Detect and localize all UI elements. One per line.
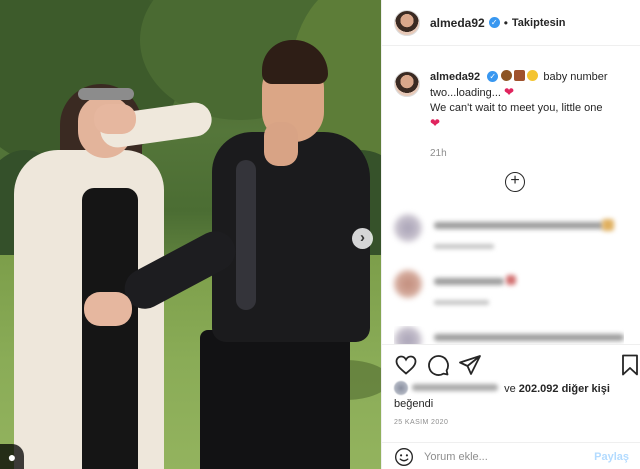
avatar[interactable] (394, 270, 422, 298)
heart-emoji-icon: ❤ (504, 85, 515, 99)
man-hand (264, 122, 298, 166)
avatar[interactable] (394, 214, 422, 242)
woman-dress (82, 188, 138, 469)
share-comment-button[interactable]: Paylaş (594, 451, 629, 463)
comment-input[interactable] (424, 450, 595, 463)
post-photo[interactable]: › ● (0, 0, 381, 469)
woman-headband (78, 88, 134, 100)
woman-hand-over-eyes (94, 104, 136, 134)
add-comment-bar: Paylaş (382, 442, 640, 469)
emoji-icon[interactable] (394, 447, 414, 467)
blurred-comment-text (434, 278, 504, 285)
heart-icon[interactable] (394, 353, 418, 377)
blurred-comment-text (434, 334, 624, 341)
man-jeans (200, 330, 350, 469)
avatar[interactable] (394, 9, 420, 36)
jacket-highlight (236, 160, 256, 310)
post-header: almeda92 ✓ • Takiptesin (382, 0, 640, 46)
blurred-comment-text (434, 222, 604, 229)
blurred-liker-name (412, 384, 498, 391)
likes-summary[interactable]: ve 202.092 diğer kişi beğendi (394, 381, 624, 412)
smile-emoji-icon (527, 70, 539, 81)
blurred-comment-emoji (506, 275, 516, 285)
caption-time[interactable]: 21h (430, 146, 632, 161)
verified-icon: ✓ (488, 17, 500, 28)
caption-line2: We can't wait to meet you, little one (430, 102, 603, 114)
list-item (394, 214, 624, 254)
comment-icon[interactable] (426, 353, 450, 377)
likes-prefix: ve (504, 383, 516, 395)
bookmark-icon[interactable] (618, 353, 640, 377)
list-item (394, 326, 624, 344)
verified-icon: ✓ (487, 71, 499, 82)
woman-emoji-icon (501, 70, 513, 81)
list-item (394, 270, 624, 310)
chevron-right-icon[interactable]: › (352, 228, 373, 249)
blurred-comment-meta (434, 300, 489, 305)
blurred-comment-emoji (602, 219, 614, 231)
caption-text: almeda92 ✓ baby number two...loading... … (430, 70, 632, 161)
watermark-logo-icon: ● (0, 444, 24, 469)
post-side-panel: almeda92 ✓ • Takiptesin almeda92 ✓ baby … (381, 0, 640, 469)
woman-hand-on-belly (84, 292, 132, 326)
avatar[interactable] (394, 326, 422, 344)
blurred-comment-meta (434, 244, 494, 249)
heart-emoji-icon: ❤ (430, 116, 441, 130)
caption-username[interactable]: almeda92 (430, 71, 480, 83)
post-actions: ve 202.092 diğer kişi beğendi 25 KASIM 2… (382, 344, 640, 469)
plus-circle-icon[interactable]: + (505, 172, 525, 192)
caption: almeda92 ✓ baby number two...loading... … (394, 70, 632, 161)
share-icon[interactable] (458, 353, 482, 377)
avatar (394, 381, 408, 395)
butterfly-emoji-icon (514, 70, 526, 81)
header-username[interactable]: almeda92 (430, 16, 485, 30)
follow-status-button[interactable]: Takiptesin (512, 17, 566, 29)
separator-dot: • (503, 15, 508, 30)
avatar[interactable] (394, 71, 420, 97)
post-date[interactable]: 25 KASIM 2020 (394, 419, 448, 426)
likes-suffix[interactable]: diğer kişi (562, 383, 610, 395)
liked-word: beğendi (394, 398, 434, 410)
likes-count[interactable]: 202.092 (519, 383, 559, 395)
